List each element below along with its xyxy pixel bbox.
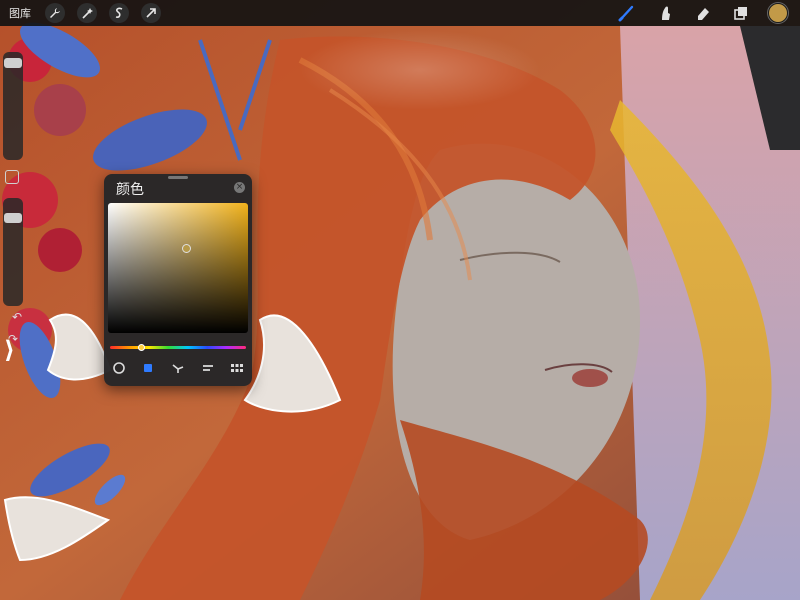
harmony-mode-icon[interactable] (170, 360, 186, 376)
panel-grabber[interactable] (168, 176, 188, 179)
brush-icon[interactable] (615, 1, 639, 25)
undo-icon[interactable]: ↶ (12, 310, 22, 324)
opacity-thumb[interactable] (4, 213, 22, 224)
eraser-icon[interactable] (691, 1, 715, 25)
color-panel: 颜色 × (104, 174, 252, 386)
color-picker-cursor[interactable] (182, 244, 191, 253)
transform-arrow-icon[interactable] (141, 3, 161, 23)
modify-button[interactable] (5, 170, 19, 184)
brush-size-thumb[interactable] (4, 57, 22, 68)
layers-icon[interactable] (729, 1, 753, 25)
opacity-slider[interactable] (3, 198, 23, 306)
gallery-button[interactable]: 图库 (9, 5, 31, 21)
palettes-mode-icon[interactable] (229, 360, 245, 376)
current-color-swatch[interactable] (768, 3, 788, 23)
magic-wand-icon[interactable] (77, 3, 97, 23)
saturation-brightness-square[interactable] (108, 203, 248, 333)
close-icon[interactable]: × (234, 182, 245, 193)
value-mode-icon[interactable] (200, 360, 216, 376)
color-mode-tabs (104, 360, 252, 376)
right-tool-group (608, 0, 800, 26)
classic-mode-icon[interactable] (140, 360, 156, 376)
top-toolbar: 图库 (0, 0, 800, 26)
hue-slider-thumb[interactable] (137, 344, 145, 351)
hue-slider[interactable] (110, 346, 246, 349)
sidebar-toggle-chevron-icon[interactable]: ⟩ (4, 336, 15, 364)
selection-s-icon[interactable] (109, 3, 129, 23)
disc-mode-icon[interactable] (111, 360, 127, 376)
adjustments-wrench-icon[interactable] (45, 3, 65, 23)
panel-title: 颜色 (116, 182, 144, 198)
left-sidebar: ↶ ↷ ⟩ (2, 52, 24, 364)
brush-size-slider[interactable] (3, 52, 23, 160)
smudge-icon[interactable] (653, 1, 677, 25)
